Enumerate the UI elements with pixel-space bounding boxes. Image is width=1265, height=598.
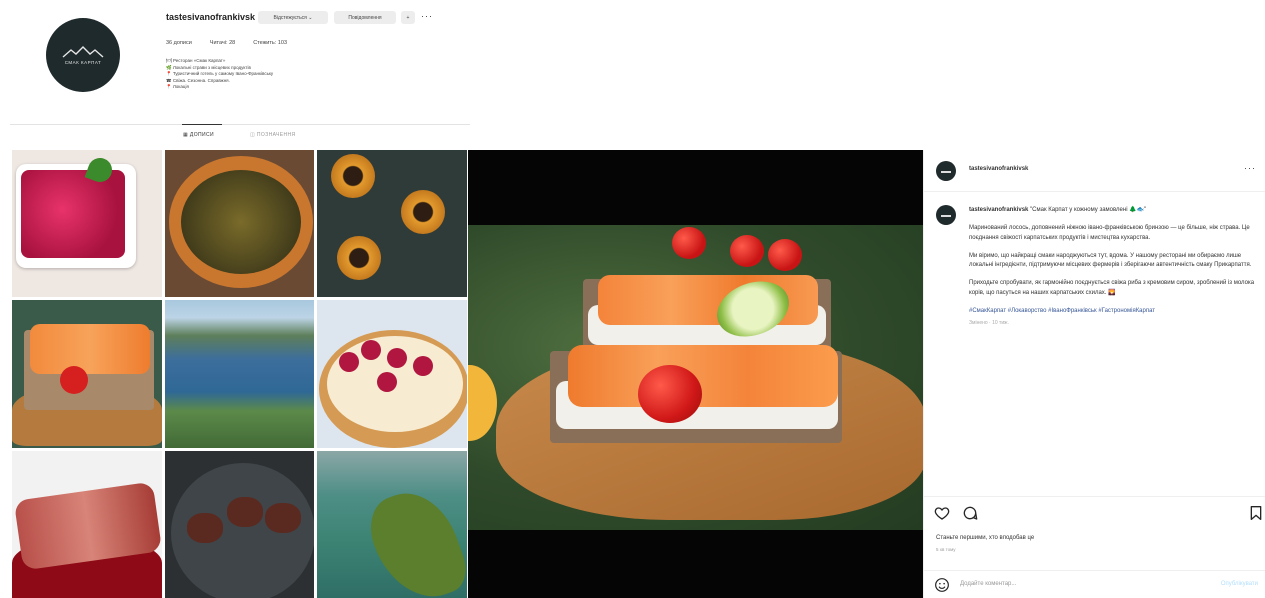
active-tab-indicator <box>182 124 222 125</box>
caption-timestamp: Змінено · 10 тиж. <box>969 320 1009 327</box>
following-count[interactable]: Стежить: 103 <box>253 40 287 46</box>
post-photo[interactable] <box>468 150 923 598</box>
caption-paragraph: Маринований лосось, доповнений ніжною ів… <box>969 225 1250 241</box>
caption-username[interactable]: tastesivanofrankivsk <box>969 207 1028 213</box>
grid-post-thumbnail[interactable] <box>164 300 315 448</box>
post-date: 5 хв тому <box>936 547 956 552</box>
message-button[interactable]: Повідомлення <box>334 11 396 24</box>
grid-post-thumbnail[interactable] <box>317 150 467 298</box>
likes-text[interactable]: Станьте першими, хто вподобав це <box>936 535 1034 541</box>
more-icon[interactable]: ··· <box>1244 163 1256 173</box>
tomato <box>768 239 802 271</box>
heart-icon[interactable] <box>934 505 950 521</box>
tomato <box>672 227 706 259</box>
posts-grid <box>12 150 467 598</box>
caption-paragraph: Ми віримо, що найкращі смаки народжуютьс… <box>969 252 1252 269</box>
post-author-username[interactable]: tastesivanofrankivsk <box>969 166 1028 172</box>
grid-post-thumbnail[interactable] <box>12 150 162 298</box>
salmon-bottom <box>568 345 838 407</box>
post-details-panel: tastesivanofrankivsk ··· tastesivanofran… <box>923 150 1265 598</box>
tab-posts[interactable]: ▦ ДОПИСИ <box>183 132 214 138</box>
meat-piece <box>186 512 223 543</box>
meat-piece <box>226 496 263 527</box>
post-caption: tastesivanofrankivsk "Смак Карпат у кожн… <box>969 206 1259 329</box>
add-user-button[interactable]: + <box>401 11 415 24</box>
comment-input[interactable]: Додайте коментар... <box>960 581 1016 587</box>
grid-post-thumbnail[interactable] <box>317 450 467 598</box>
lemon-slice <box>468 365 497 441</box>
tabs-divider <box>10 124 470 125</box>
tab-tagged[interactable]: ◫ ПОЗНАЧЕННЯ <box>250 132 295 138</box>
profile-more-icon[interactable]: ··· <box>421 11 433 21</box>
profile-header: СМАК КАРПАТ tastesivanofrankivsk Відстеж… <box>0 0 470 150</box>
island-image <box>360 480 467 598</box>
salmon-image <box>30 324 150 375</box>
emoji-icon[interactable] <box>934 577 950 593</box>
following-button[interactable]: Відстежується ⌄ <box>258 11 328 24</box>
avatar-logo-text: СМАК КАРПАТ <box>64 59 102 65</box>
caption-paragraph: Приходьте спробувати, як гармонійно поєд… <box>969 280 1255 296</box>
caption-author-avatar[interactable] <box>936 205 956 225</box>
comment-icon[interactable] <box>962 505 978 521</box>
grid-post-thumbnail[interactable] <box>12 450 162 598</box>
caption-hashtags[interactable]: #СмакКарпат #Локаворство #ІваноФранківсь… <box>969 307 1259 316</box>
mountain-logo-icon <box>62 45 104 58</box>
bio-line: 🍽 Ресторан «Смак Карпат» <box>166 58 226 63</box>
post-header: tastesivanofrankivsk ··· <box>924 150 1265 192</box>
comment-bar: Додайте коментар... Опублікувати <box>924 570 1265 598</box>
grid-post-thumbnail[interactable] <box>317 300 467 448</box>
profile-username[interactable]: tastesivanofrankivsk <box>166 12 255 22</box>
bio-line: 📍 Туристичний готель у самому Івано-Фран… <box>166 71 274 77</box>
soup-broth-image <box>180 170 301 274</box>
tomato <box>730 235 764 267</box>
beet-salad-image <box>21 170 125 258</box>
caption-title: "Смак Карпат у кожному замовлені 🌲🐟" <box>1030 207 1147 213</box>
salmon-crispbread-image <box>468 225 923 530</box>
bio-location-link[interactable]: 📍 Локація <box>166 84 273 91</box>
post-comment-button[interactable]: Опублікувати <box>1221 581 1258 587</box>
grid-post-thumbnail[interactable] <box>164 150 315 298</box>
grid-post-thumbnail[interactable] <box>12 300 162 448</box>
tartlet-image <box>331 154 376 198</box>
tartlet-image <box>337 236 382 280</box>
meat-piece <box>264 502 301 533</box>
profile-stats: 36 дописи Читачі: 28 Стежить: 103 <box>166 40 287 46</box>
posts-count: 36 дописи <box>166 40 192 46</box>
grid-post-thumbnail[interactable] <box>164 450 315 598</box>
post-author-avatar[interactable] <box>936 161 956 181</box>
tartlet-image <box>401 190 446 234</box>
followers-count[interactable]: Читачі: 28 <box>210 40 235 46</box>
profile-avatar[interactable]: СМАК КАРПАТ <box>46 18 120 92</box>
cherry-tomato <box>638 365 702 423</box>
profile-bio: 🍽 Ресторан «Смак Карпат» 🌿 Локальні стра… <box>166 58 273 91</box>
bookmark-icon[interactable] <box>1248 505 1264 521</box>
